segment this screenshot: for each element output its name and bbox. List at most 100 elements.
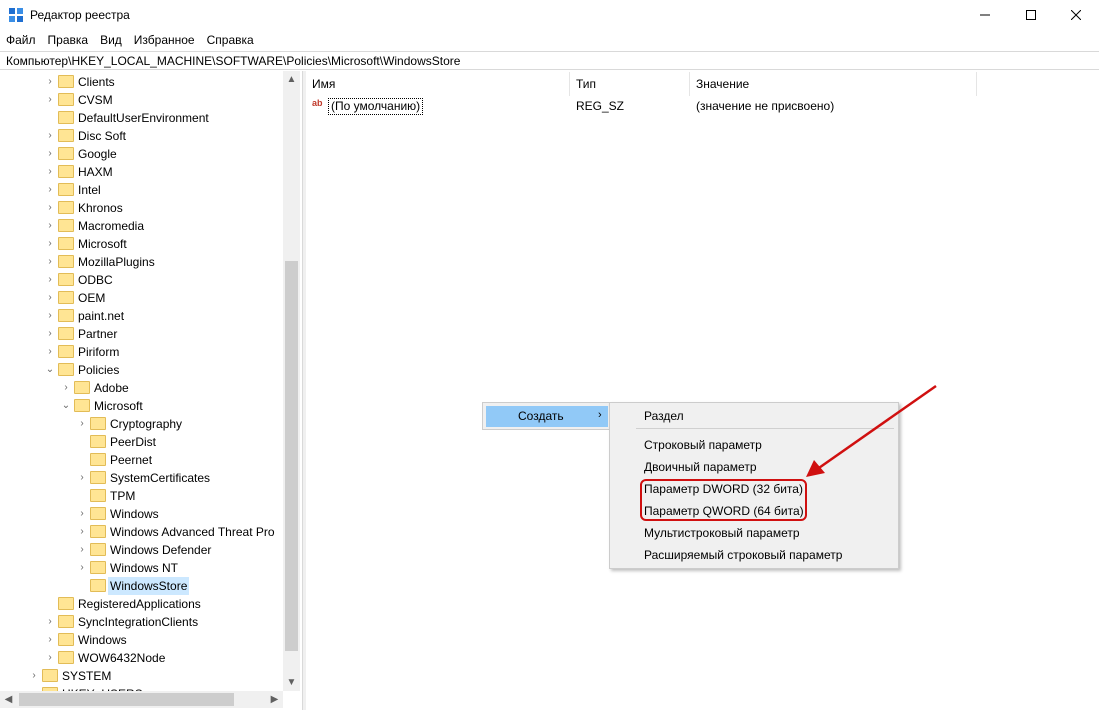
chevron-right-icon[interactable]: ›	[44, 199, 56, 217]
tree-item[interactable]: › Intel	[0, 181, 283, 199]
tree-vertical-scrollbar[interactable]: ▲ ▼	[283, 71, 300, 691]
folder-icon	[58, 129, 74, 142]
tree-item[interactable]: › CVSM	[0, 91, 283, 109]
tree-item-label: Khronos	[78, 201, 123, 215]
scroll-right-icon[interactable]: ▶	[266, 691, 283, 708]
minimize-button[interactable]	[962, 0, 1008, 30]
submenu-item-key[interactable]: Раздел	[644, 407, 684, 425]
chevron-right-icon[interactable]: ›	[76, 523, 88, 541]
chevron-right-icon[interactable]: ›	[76, 559, 88, 577]
tree-item[interactable]: DefaultUserEnvironment	[0, 109, 283, 127]
chevron-right-icon[interactable]: ›	[44, 325, 56, 343]
address-path[interactable]: Компьютер\HKEY_LOCAL_MACHINE\SOFTWARE\Po…	[6, 54, 460, 68]
chevron-down-icon[interactable]: ⌄	[44, 361, 56, 379]
context-menu: Создать ›	[482, 402, 612, 430]
folder-icon	[58, 219, 74, 232]
submenu-item-multistring[interactable]: Мультистроковый параметр	[644, 524, 800, 542]
menu-help[interactable]: Справка	[201, 31, 260, 49]
menu-edit[interactable]: Правка	[42, 31, 95, 49]
chevron-right-icon[interactable]: ›	[44, 343, 56, 361]
tree-item[interactable]: ⌄ Microsoft	[0, 397, 283, 415]
tree-item[interactable]: Peernet	[0, 451, 283, 469]
tree-item[interactable]: › Disc Soft	[0, 127, 283, 145]
folder-icon	[90, 507, 106, 520]
chevron-right-icon[interactable]: ›	[44, 73, 56, 91]
tree-item[interactable]: › Macromedia	[0, 217, 283, 235]
close-button[interactable]	[1053, 0, 1099, 30]
submenu-item-string[interactable]: Строковый параметр	[644, 436, 762, 454]
tree-item[interactable]: › WOW6432Node	[0, 649, 283, 667]
chevron-down-icon[interactable]: ⌄	[60, 397, 72, 415]
pane-splitter[interactable]	[302, 71, 306, 710]
tree-item[interactable]: › Windows Advanced Threat Pro	[0, 523, 283, 541]
tree-item[interactable]: › Partner	[0, 325, 283, 343]
tree-item[interactable]: › Google	[0, 145, 283, 163]
tree-item[interactable]: › Windows	[0, 631, 283, 649]
folder-icon	[58, 255, 74, 268]
menu-file[interactable]: Файл	[0, 31, 42, 49]
tree-item[interactable]: › Microsoft	[0, 235, 283, 253]
chevron-right-icon[interactable]: ›	[60, 379, 72, 397]
scroll-up-icon[interactable]: ▲	[283, 71, 300, 88]
tree-item[interactable]: › SystemCertificates	[0, 469, 283, 487]
tree-item[interactable]: PeerDist	[0, 433, 283, 451]
tree-item[interactable]: › Clients	[0, 73, 283, 91]
tree-item[interactable]: › ODBC	[0, 271, 283, 289]
chevron-right-icon[interactable]: ›	[76, 469, 88, 487]
chevron-right-icon[interactable]: ›	[44, 181, 56, 199]
chevron-right-icon[interactable]: ›	[76, 541, 88, 559]
tree-item[interactable]: › MozillaPlugins	[0, 253, 283, 271]
chevron-right-icon[interactable]: ›	[44, 91, 56, 109]
value-name[interactable]: (По умолчанию)	[328, 98, 424, 115]
maximize-button[interactable]	[1008, 0, 1054, 30]
column-name[interactable]: Имя	[306, 72, 570, 96]
tree-item[interactable]: › SyncIntegrationClients	[0, 613, 283, 631]
chevron-right-icon[interactable]: ›	[76, 505, 88, 523]
scroll-down-icon[interactable]: ▼	[283, 674, 300, 691]
chevron-right-icon[interactable]: ›	[28, 667, 40, 685]
tree-item[interactable]: › Windows	[0, 505, 283, 523]
chevron-right-icon[interactable]: ›	[44, 649, 56, 667]
submenu-item-binary[interactable]: Двоичный параметр	[644, 458, 757, 476]
tree-item[interactable]: WindowsStore	[0, 577, 283, 595]
submenu-item-expandable-string[interactable]: Расширяемый строковый параметр	[644, 546, 842, 564]
menu-view[interactable]: Вид	[94, 31, 128, 49]
chevron-right-icon[interactable]: ›	[44, 253, 56, 271]
tree-item[interactable]: › Khronos	[0, 199, 283, 217]
chevron-right-icon[interactable]: ›	[44, 613, 56, 631]
tree-item[interactable]: RegisteredApplications	[0, 595, 283, 613]
value-row[interactable]: ab (По умолчанию) REG_SZ (значение не пр…	[306, 97, 1006, 115]
chevron-right-icon[interactable]: ›	[44, 235, 56, 253]
chevron-right-icon[interactable]: ›	[44, 271, 56, 289]
tree-item[interactable]: › Piriform	[0, 343, 283, 361]
chevron-right-icon[interactable]: ›	[76, 415, 88, 433]
chevron-right-icon[interactable]: ›	[44, 289, 56, 307]
tree-item[interactable]: › Windows Defender	[0, 541, 283, 559]
folder-icon	[58, 633, 74, 646]
tree-item[interactable]: › Adobe	[0, 379, 283, 397]
chevron-right-icon[interactable]: ›	[44, 217, 56, 235]
tree-horizontal-scrollbar[interactable]: ◀ ▶	[0, 691, 283, 708]
tree-item-label: OEM	[78, 291, 106, 305]
tree-item[interactable]: › Windows NT	[0, 559, 283, 577]
chevron-right-icon[interactable]: ›	[44, 631, 56, 649]
chevron-right-icon[interactable]: ›	[44, 307, 56, 325]
tree-item[interactable]: ⌄ Policies	[0, 361, 283, 379]
column-type[interactable]: Тип	[570, 72, 690, 96]
scroll-left-icon[interactable]: ◀	[0, 691, 17, 708]
scroll-thumb-horizontal[interactable]	[19, 693, 234, 706]
tree-item[interactable]: › paint.net	[0, 307, 283, 325]
chevron-right-icon[interactable]: ›	[44, 127, 56, 145]
address-bar[interactable]: Компьютер\HKEY_LOCAL_MACHINE\SOFTWARE\Po…	[0, 51, 1099, 70]
scroll-thumb[interactable]	[285, 261, 298, 651]
menu-favorites[interactable]: Избранное	[128, 31, 201, 49]
chevron-right-icon[interactable]: ›	[44, 163, 56, 181]
menu-item-create[interactable]: Создать ›	[486, 406, 608, 427]
tree-item[interactable]: › OEM	[0, 289, 283, 307]
column-value[interactable]: Значение	[690, 72, 977, 96]
tree-item[interactable]: TPM	[0, 487, 283, 505]
tree-item[interactable]: › Cryptography	[0, 415, 283, 433]
chevron-right-icon[interactable]: ›	[44, 145, 56, 163]
tree-item[interactable]: › HAXM	[0, 163, 283, 181]
tree-item[interactable]: › SYSTEM	[0, 667, 283, 685]
